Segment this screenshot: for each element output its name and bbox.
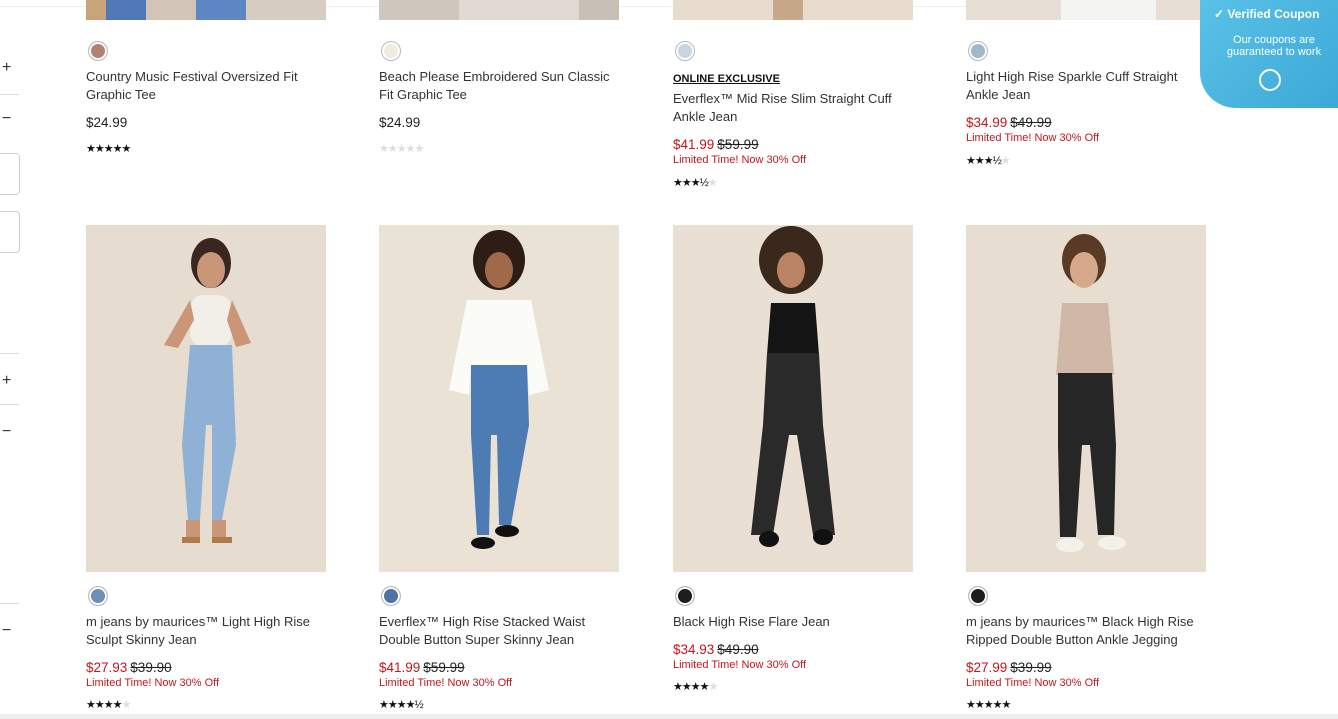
- promo-text: Limited Time! Now 30% Off: [673, 154, 807, 166]
- product-price: $34.99 $49.99: [966, 115, 1052, 130]
- promo-text: Limited Time! Now 30% Off: [966, 132, 1100, 144]
- product-price: $27.93 $39.90: [86, 660, 172, 675]
- filter-input[interactable]: [0, 153, 20, 195]
- filter-divider: [0, 94, 19, 95]
- product-image[interactable]: [673, 0, 913, 20]
- color-swatch[interactable]: [381, 41, 401, 61]
- product-price: $41.99 $59.99: [673, 137, 759, 152]
- rating-stars: ★★★★★: [673, 681, 718, 693]
- product-name[interactable]: Black High Rise Flare Jean: [673, 613, 913, 631]
- rating-stars: ★★★★★: [379, 143, 424, 155]
- color-swatch[interactable]: [381, 586, 401, 606]
- product-name[interactable]: m jeans by maurices™ Light High Rise Scu…: [86, 613, 326, 649]
- expand-filter-icon[interactable]: +: [2, 373, 11, 389]
- product-price: $41.99 $59.99: [379, 660, 465, 675]
- product-price: $24.99: [86, 115, 128, 130]
- model-photo: [164, 238, 251, 543]
- model-photo: [1056, 234, 1126, 552]
- product-image[interactable]: [966, 0, 1206, 20]
- collapse-filter-icon[interactable]: −: [2, 111, 11, 127]
- home-logo-icon[interactable]: [1259, 69, 1281, 91]
- product-price: $27.99 $39.99: [966, 660, 1052, 675]
- product-image[interactable]: [379, 225, 619, 572]
- horizontal-scrollbar[interactable]: [0, 714, 1338, 719]
- filter-rail: + − + − −: [0, 0, 20, 719]
- product-image[interactable]: [86, 0, 326, 20]
- product-price: $34.93 $49.90: [673, 642, 759, 657]
- rating-stars: ★★★★★: [86, 143, 131, 155]
- model-photo: [449, 230, 549, 549]
- product-name[interactable]: Everflex™ High Rise Stacked Waist Double…: [379, 613, 619, 649]
- color-swatch[interactable]: [675, 41, 695, 61]
- filter-divider: [0, 404, 19, 405]
- product-name[interactable]: m jeans by maurices™ Black High Rise Rip…: [966, 613, 1206, 649]
- model-photo: [751, 226, 835, 547]
- rating-stars: ★★★★½: [379, 699, 424, 711]
- product-name[interactable]: Beach Please Embroidered Sun Classic Fit…: [379, 68, 619, 104]
- promo-text: Limited Time! Now 30% Off: [86, 677, 220, 689]
- promo-text: Limited Time! Now 30% Off: [673, 659, 807, 671]
- product-image[interactable]: [673, 225, 913, 572]
- rating-stars: ★★★★★: [86, 699, 131, 711]
- product-name[interactable]: Everflex™ Mid Rise Slim Straight Cuff An…: [673, 90, 913, 126]
- collapse-filter-icon[interactable]: −: [2, 424, 11, 440]
- color-swatch[interactable]: [88, 586, 108, 606]
- product-price: $24.99: [379, 115, 421, 130]
- filter-divider: [0, 353, 19, 354]
- rating-stars: ★★★½★: [673, 177, 718, 189]
- product-image[interactable]: [379, 0, 619, 20]
- product-image[interactable]: [86, 225, 326, 572]
- product-image[interactable]: [966, 225, 1206, 572]
- product-name[interactable]: Light High Rise Sparkle Cuff Straight An…: [966, 68, 1206, 104]
- color-swatch[interactable]: [675, 586, 695, 606]
- color-swatch[interactable]: [968, 41, 988, 61]
- check-circle-icon: ✓: [1214, 7, 1225, 21]
- product-name[interactable]: Country Music Festival Oversized Fit Gra…: [86, 68, 326, 104]
- online-exclusive-badge: ONLINE EXCLUSIVE: [673, 73, 780, 85]
- coupon-subtitle: Our coupons are guaranteed to work: [1226, 34, 1322, 58]
- promo-text: Limited Time! Now 30% Off: [966, 677, 1100, 689]
- promo-text: Limited Time! Now 30% Off: [379, 677, 513, 689]
- expand-filter-icon[interactable]: +: [2, 60, 11, 76]
- verified-coupon-widget[interactable]: ✓ Verified Coupon Our coupons are guaran…: [1200, 0, 1338, 108]
- color-swatch[interactable]: [88, 41, 108, 61]
- color-swatch[interactable]: [968, 586, 988, 606]
- rating-stars: ★★★★★: [966, 699, 1011, 711]
- coupon-title: ✓ Verified Coupon: [1214, 7, 1320, 21]
- filter-divider: [0, 603, 19, 604]
- rating-stars: ★★★½★: [966, 155, 1011, 167]
- collapse-filter-icon[interactable]: −: [2, 623, 11, 639]
- filter-input[interactable]: [0, 211, 20, 253]
